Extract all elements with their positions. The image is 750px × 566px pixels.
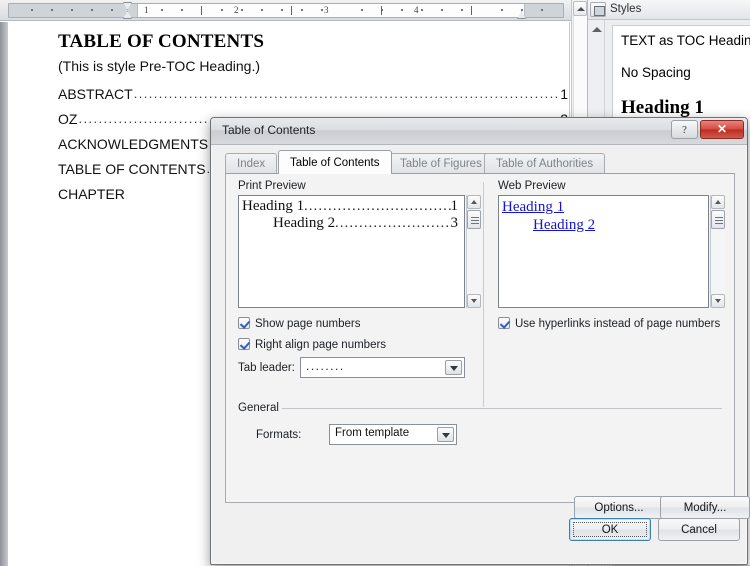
tab-index[interactable]: Index xyxy=(225,153,278,174)
web-preview-link[interactable]: Heading 1 xyxy=(502,199,564,215)
scroll-up-button[interactable] xyxy=(467,195,481,209)
scroll-down-button[interactable] xyxy=(711,294,725,308)
print-preview-dots: ............................ xyxy=(335,216,451,231)
chevron-down-icon[interactable] xyxy=(445,360,462,375)
checkbox-label: Use hyperlinks instead of page numbers xyxy=(515,318,721,330)
toc-entry-label: ABSTRACT xyxy=(58,86,133,102)
scrollbar-thumb[interactable] xyxy=(711,210,725,229)
chevron-up-icon xyxy=(577,6,585,11)
checkbox-label: Right align page numbers xyxy=(255,339,387,351)
toc-entry-label: CHAPTER xyxy=(58,186,125,202)
style-list-item[interactable]: TEXT as TOC Heading xyxy=(621,33,750,48)
ruler-number: 4 xyxy=(414,5,419,15)
formats-combobox[interactable]: From template xyxy=(329,424,457,445)
print-preview-box[interactable]: Heading 1 ..............................… xyxy=(238,195,465,308)
toc-entry-label: ACKNOWLEDGMENTS xyxy=(58,136,209,152)
general-group-divider xyxy=(282,408,722,409)
styles-scroll-up-icon[interactable] xyxy=(590,23,603,36)
close-icon[interactable]: ✕ xyxy=(700,120,744,139)
ruler-number: 1 xyxy=(144,5,149,15)
print-preview-page: 3 xyxy=(450,215,459,231)
web-preview-line: Heading 1 xyxy=(502,198,702,216)
ruler-page-area xyxy=(137,4,525,17)
chevron-up-icon xyxy=(715,200,721,204)
tab-leader-combobox[interactable]: ........ xyxy=(300,357,465,378)
dialog-tabstrip: Index Table of Contents Table of Figures… xyxy=(225,150,735,174)
toc-entry[interactable]: ABSTRACT ...............................… xyxy=(58,82,568,107)
panel-divider xyxy=(483,182,484,407)
tab-panel-table-of-contents: Print Preview Heading 1 ................… xyxy=(225,173,750,519)
page-title: TABLE OF CONTENTS xyxy=(58,31,265,52)
help-icon[interactable]: ? xyxy=(671,120,698,139)
chevron-down-icon xyxy=(715,299,721,303)
formats-value: From template xyxy=(335,427,410,439)
web-preview-scrollbar[interactable] xyxy=(710,195,725,308)
print-preview-scrollbar[interactable] xyxy=(466,195,481,308)
dialog-title-bar[interactable]: Table of Contents ? ✕ xyxy=(211,118,747,145)
dialog-title: Table of Contents xyxy=(222,123,316,137)
tab-leader-label: Tab leader: xyxy=(238,362,295,374)
toc-entry-label: OZ xyxy=(58,111,78,127)
chevron-down-icon xyxy=(471,299,477,303)
web-preview-link[interactable]: Heading 2 xyxy=(533,217,595,233)
print-preview-page: 1 xyxy=(450,198,459,214)
ruler-number: 2 xyxy=(234,5,239,15)
web-preview-label: Web Preview xyxy=(498,180,566,192)
hanging-indent-marker[interactable] xyxy=(123,11,132,19)
tab-table-of-contents[interactable]: Table of Contents xyxy=(278,150,392,174)
scroll-up-button[interactable] xyxy=(573,1,587,16)
toc-leader-dots: ........................................… xyxy=(133,86,560,101)
print-preview-label: Print Preview xyxy=(238,180,306,192)
checkbox-label: Show page numbers xyxy=(255,318,361,330)
horizontal-ruler[interactable]: 1 2 3 4 xyxy=(0,0,572,21)
tab-table-of-authorities[interactable]: Table of Authorities xyxy=(484,153,606,174)
chevron-down-icon[interactable] xyxy=(437,427,454,442)
checkbox-icon[interactable] xyxy=(238,338,250,350)
web-preview-line: Heading 2 xyxy=(502,216,702,234)
formats-label: Formats: xyxy=(256,429,302,441)
checkbox-icon[interactable] xyxy=(238,317,250,329)
document-subtitle: (This is style Pre-TOC Heading.) xyxy=(58,58,261,74)
print-preview-text: Heading 2 xyxy=(273,215,336,231)
styles-pane-title: Styles xyxy=(610,3,642,15)
first-line-indent-marker[interactable] xyxy=(123,2,132,10)
tab-table-of-figures[interactable]: Table of Figures xyxy=(388,153,494,174)
style-list-item[interactable]: Heading 1 xyxy=(621,97,750,119)
styles-pane-icon xyxy=(590,2,606,17)
print-preview-line: Heading 2 ............................ 3 xyxy=(242,215,458,232)
print-preview-dots: ........................................ xyxy=(304,199,450,214)
style-list-item[interactable]: No Spacing xyxy=(621,65,750,80)
print-preview-line: Heading 1 ..............................… xyxy=(242,198,458,215)
tab-leader-value: ........ xyxy=(306,359,345,373)
toc-entry-page: 1 xyxy=(560,86,568,102)
table-of-contents-dialog: Table of Contents ? ✕ Index Table of Con… xyxy=(210,117,750,565)
ruler-track: 1 2 3 4 xyxy=(8,2,564,19)
modify-button[interactable]: Modify... xyxy=(660,496,750,519)
scroll-down-button[interactable] xyxy=(467,294,481,308)
styles-pane-header: Styles xyxy=(588,0,750,20)
ok-button[interactable]: OK xyxy=(569,518,651,541)
app-window: 1 2 3 4 TABLE OF CONTENTS (This is style… xyxy=(0,0,750,566)
options-button[interactable]: Options... xyxy=(574,496,664,519)
checkbox-icon[interactable] xyxy=(498,317,510,329)
chevron-up-icon xyxy=(471,200,477,204)
ruler-number: 3 xyxy=(324,5,329,15)
scroll-up-button[interactable] xyxy=(711,195,725,209)
document-left-gutter xyxy=(0,22,8,566)
use-hyperlinks-checkbox[interactable]: Use hyperlinks instead of page numbers xyxy=(498,317,720,330)
show-page-numbers-checkbox[interactable]: Show page numbers xyxy=(238,317,360,330)
web-preview-box[interactable]: Heading 1 Heading 2 xyxy=(498,195,709,308)
toc-entry-label: TABLE OF CONTENTS xyxy=(58,161,206,177)
scrollbar-thumb[interactable] xyxy=(467,210,481,229)
cancel-button[interactable]: Cancel xyxy=(658,518,740,541)
print-preview-text: Heading 1 xyxy=(242,198,305,214)
right-align-page-numbers-checkbox[interactable]: Right align page numbers xyxy=(238,338,386,351)
general-group-label: General xyxy=(238,402,279,414)
